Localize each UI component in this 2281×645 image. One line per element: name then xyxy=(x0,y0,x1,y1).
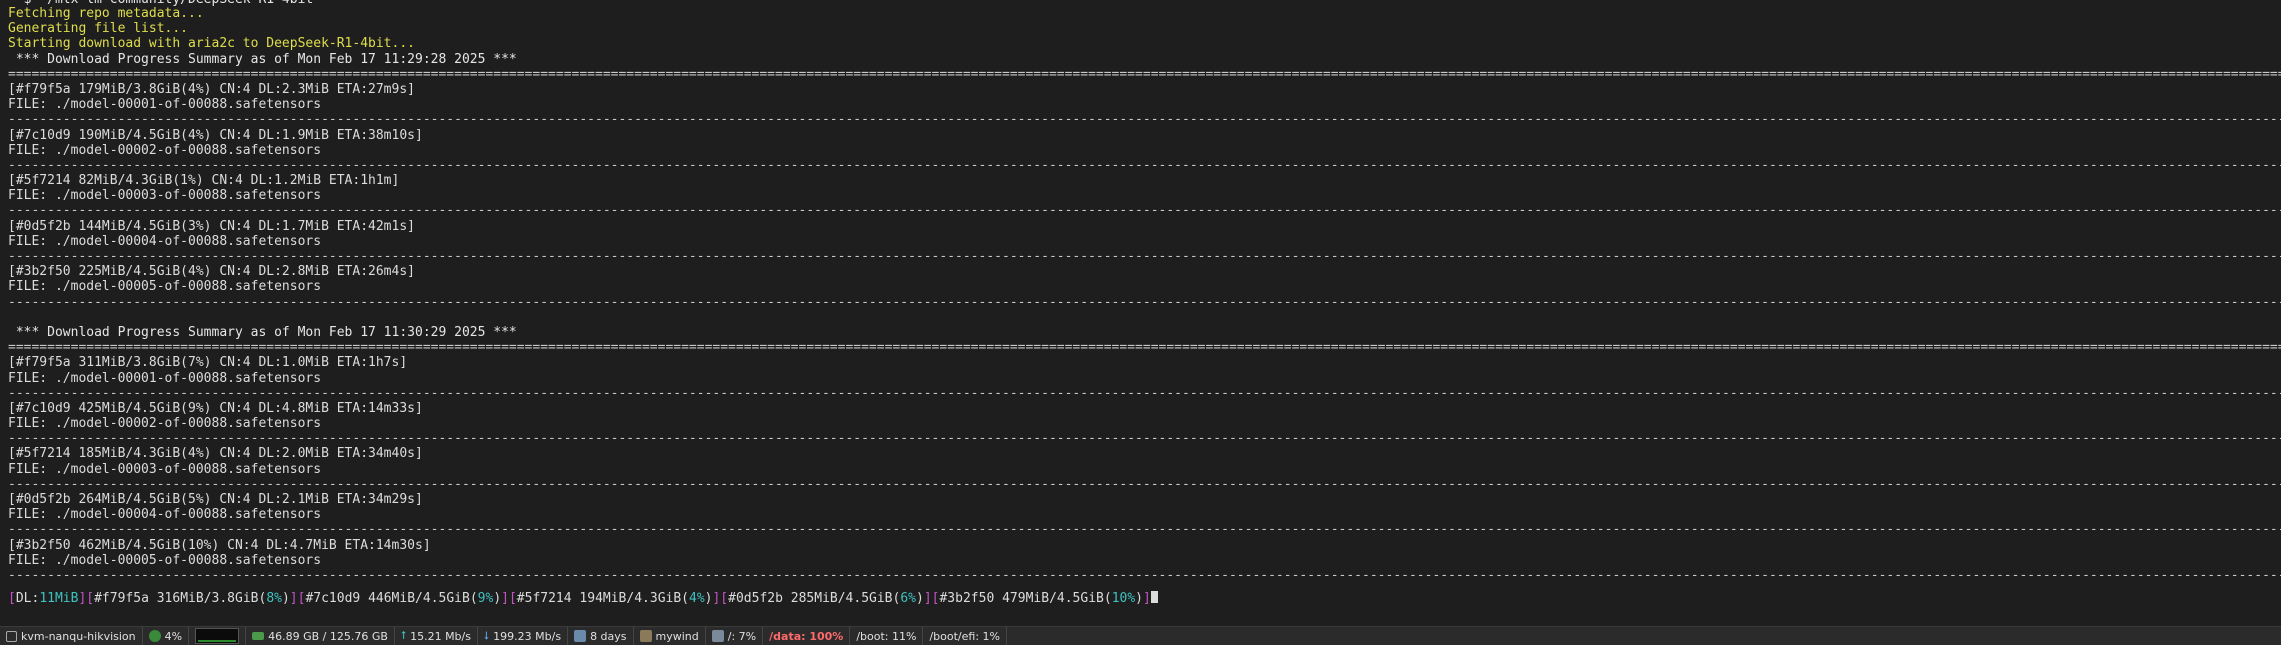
live-dl-size: 285MiB/4.5GiB xyxy=(790,591,893,607)
header-line-start: Starting download with aria2c to DeepSee… xyxy=(8,36,415,52)
live-dl-size: 316MiB/3.8GiB xyxy=(156,591,259,607)
live-dl-size: 194MiB/4.3GiB xyxy=(579,591,682,607)
system-status-panel: kvm-nanqu-hikvision 4% 46.89 GB / 125.76… xyxy=(0,626,2281,645)
separator-dash: ----------------------------------------… xyxy=(8,249,2281,264)
download-file-line: FILE: ./model-00001-of-00088.safetensors xyxy=(8,370,322,386)
download-file-line: FILE: ./model-00003-of-00088.safetensors xyxy=(8,188,322,204)
live-dl-id: #0d5f2b xyxy=(728,591,783,607)
cpu-graph xyxy=(195,628,240,644)
disk-efi-item[interactable]: /boot/efi: 1% xyxy=(923,627,1007,645)
live-dl-pct: 8% xyxy=(266,591,282,607)
separator-dash: ----------------------------------------… xyxy=(8,112,2281,128)
download-arrow-icon: ⭣ xyxy=(483,629,490,642)
live-dl-id: #5f7214 xyxy=(516,591,572,607)
live-dl-id: #f79f5a xyxy=(94,591,149,607)
download-status-line: [#3b2f50 225MiB/4.5GiB(4%) CN:4 DL:2.8Mi… xyxy=(8,264,415,280)
summary-title: *** Download Progress Summary as of Mon … xyxy=(8,324,517,340)
download-file-line: FILE: ./model-00005-of-00088.safetensors xyxy=(8,279,322,295)
separator-dash: ----------------------------------------… xyxy=(8,567,2281,583)
user-icon xyxy=(639,630,652,642)
uptime-item[interactable]: 8 days xyxy=(568,627,634,645)
disk-root-usage: /: 7% xyxy=(727,629,757,643)
dl-total-speed: 11MiB xyxy=(39,591,79,607)
download-status-line: [#5f7214 185MiB/4.3GiB(4%) CN:4 DL:2.0Mi… xyxy=(8,446,423,462)
clock-icon xyxy=(574,630,587,642)
disk-root-item[interactable]: /: 7% xyxy=(706,627,764,645)
download-status-line: [#7c10d9 190MiB/4.5GiB(4%) CN:4 DL:1.9Mi… xyxy=(8,127,423,143)
download-file-line: FILE: ./model-00005-of-00088.safetensors xyxy=(8,552,322,568)
download-status-line: [#0d5f2b 264MiB/4.5GiB(5%) CN:4 DL:2.1Mi… xyxy=(8,492,423,507)
memory-icon xyxy=(252,632,265,640)
disk-boot-item[interactable]: /boot: 11% xyxy=(850,627,924,645)
upload-arrow-icon: ⭡ xyxy=(400,629,407,642)
header-line-generate: Generating file list... xyxy=(8,21,189,37)
user-item[interactable]: mywind xyxy=(634,627,706,645)
disk-boot-usage: /boot: 11% xyxy=(856,629,917,643)
separator-equals: ========================================… xyxy=(8,66,2281,82)
live-dl-pct: 6% xyxy=(900,591,916,607)
separator-dash: ----------------------------------------… xyxy=(8,385,2281,401)
terminal-cursor xyxy=(1150,591,1158,604)
download-file-line: FILE: ./model-00001-of-00088.safetensors xyxy=(8,97,322,113)
live-dl-pct: 4% xyxy=(689,591,705,607)
disk-icon xyxy=(711,630,724,642)
separator-equals: ========================================… xyxy=(8,340,2281,356)
download-status-line: [#5f7214 82MiB/4.3GiB(1%) CN:4 DL:1.2MiB… xyxy=(8,173,400,189)
disk-data-item[interactable]: /data: 100% xyxy=(763,627,851,645)
user-name: mywind xyxy=(655,629,699,643)
download-status-line: [#0d5f2b 144MiB/4.5GiB(3%) CN:4 DL:1.7Mi… xyxy=(8,218,415,234)
separator-dash: ----------------------------------------… xyxy=(8,522,2281,538)
download-speed: 199.23 Mb/s xyxy=(493,629,562,643)
download-file-line: FILE: ./model-00004-of-00088.safetensors xyxy=(8,507,322,523)
separator-dash: ----------------------------------------… xyxy=(8,294,2281,310)
live-dl-id: #7c10d9 xyxy=(305,591,361,607)
live-dl-pct: 10% xyxy=(1111,591,1136,607)
cpu-item[interactable]: 4% xyxy=(143,627,190,645)
upload-item[interactable]: ⭡ 15.21 Mb/s xyxy=(395,627,478,645)
summary-title: *** Download Progress Summary as of Mon … xyxy=(8,51,517,67)
separator-dash: ----------------------------------------… xyxy=(8,203,2281,219)
host-name: kvm-nanqu-hikvision xyxy=(21,629,136,643)
download-file-line: FILE: ./model-00002-of-00088.safetensors xyxy=(8,142,322,158)
live-dl-size: 446MiB/4.5GiB xyxy=(368,591,470,607)
download-status-line: [#f79f5a 311MiB/3.8GiB(7%) CN:4 DL:1.0Mi… xyxy=(8,355,408,371)
separator-dash: ----------------------------------------… xyxy=(8,157,2281,173)
download-status-line: [#3b2f50 462MiB/4.5GiB(10%) CN:4 DL:4.7M… xyxy=(8,537,431,553)
dl-label: DL: xyxy=(15,591,40,607)
download-status-line: [#7c10d9 425MiB/4.5GiB(9%) CN:4 DL:4.8Mi… xyxy=(8,400,423,416)
memory-item[interactable]: 46.89 GB / 125.76 GB xyxy=(246,627,395,645)
live-status-line: [DL:11MiB][#f79f5a 316MiB/3.8GiB(8%)][#7… xyxy=(0,591,2281,606)
live-dl-id: #3b2f50 xyxy=(939,591,995,607)
disk-data-usage: /data: 100% xyxy=(769,629,844,643)
separator-dash: ----------------------------------------… xyxy=(8,431,2281,447)
cpu-graph-item xyxy=(189,627,247,645)
live-dl-size: 479MiB/4.5GiB xyxy=(1002,591,1104,607)
header-line-fetch: Fetching repo metadata... xyxy=(8,6,204,21)
cpu-usage: 4% xyxy=(164,629,183,643)
terminal-icon xyxy=(6,630,17,642)
terminal-window[interactable]: ~ $ ~/mlx-lm-community/DeepSeek-R1-4bit … xyxy=(0,0,2281,626)
host-item[interactable]: kvm-nanqu-hikvision xyxy=(0,627,143,645)
separator-dash: ----------------------------------------… xyxy=(8,476,2281,492)
live-dl-pct: 9% xyxy=(477,591,494,607)
cpu-icon xyxy=(148,630,161,642)
upload-speed: 15.21 Mb/s xyxy=(410,629,471,643)
disk-efi-usage: /boot/efi: 1% xyxy=(929,629,1000,643)
download-file-line: FILE: ./model-00002-of-00088.safetensors xyxy=(8,416,322,432)
download-status-line: [#f79f5a 179MiB/3.8GiB(4%) CN:4 DL:2.3Mi… xyxy=(8,81,415,97)
memory-usage: 46.89 GB / 125.76 GB xyxy=(268,629,388,643)
download-item[interactable]: ⭣ 199.23 Mb/s xyxy=(478,627,569,645)
download-file-line: FILE: ./model-00004-of-00088.safetensors xyxy=(8,233,322,249)
uptime: 8 days xyxy=(590,629,627,643)
download-file-line: FILE: ./model-00003-of-00088.safetensors xyxy=(8,461,322,477)
